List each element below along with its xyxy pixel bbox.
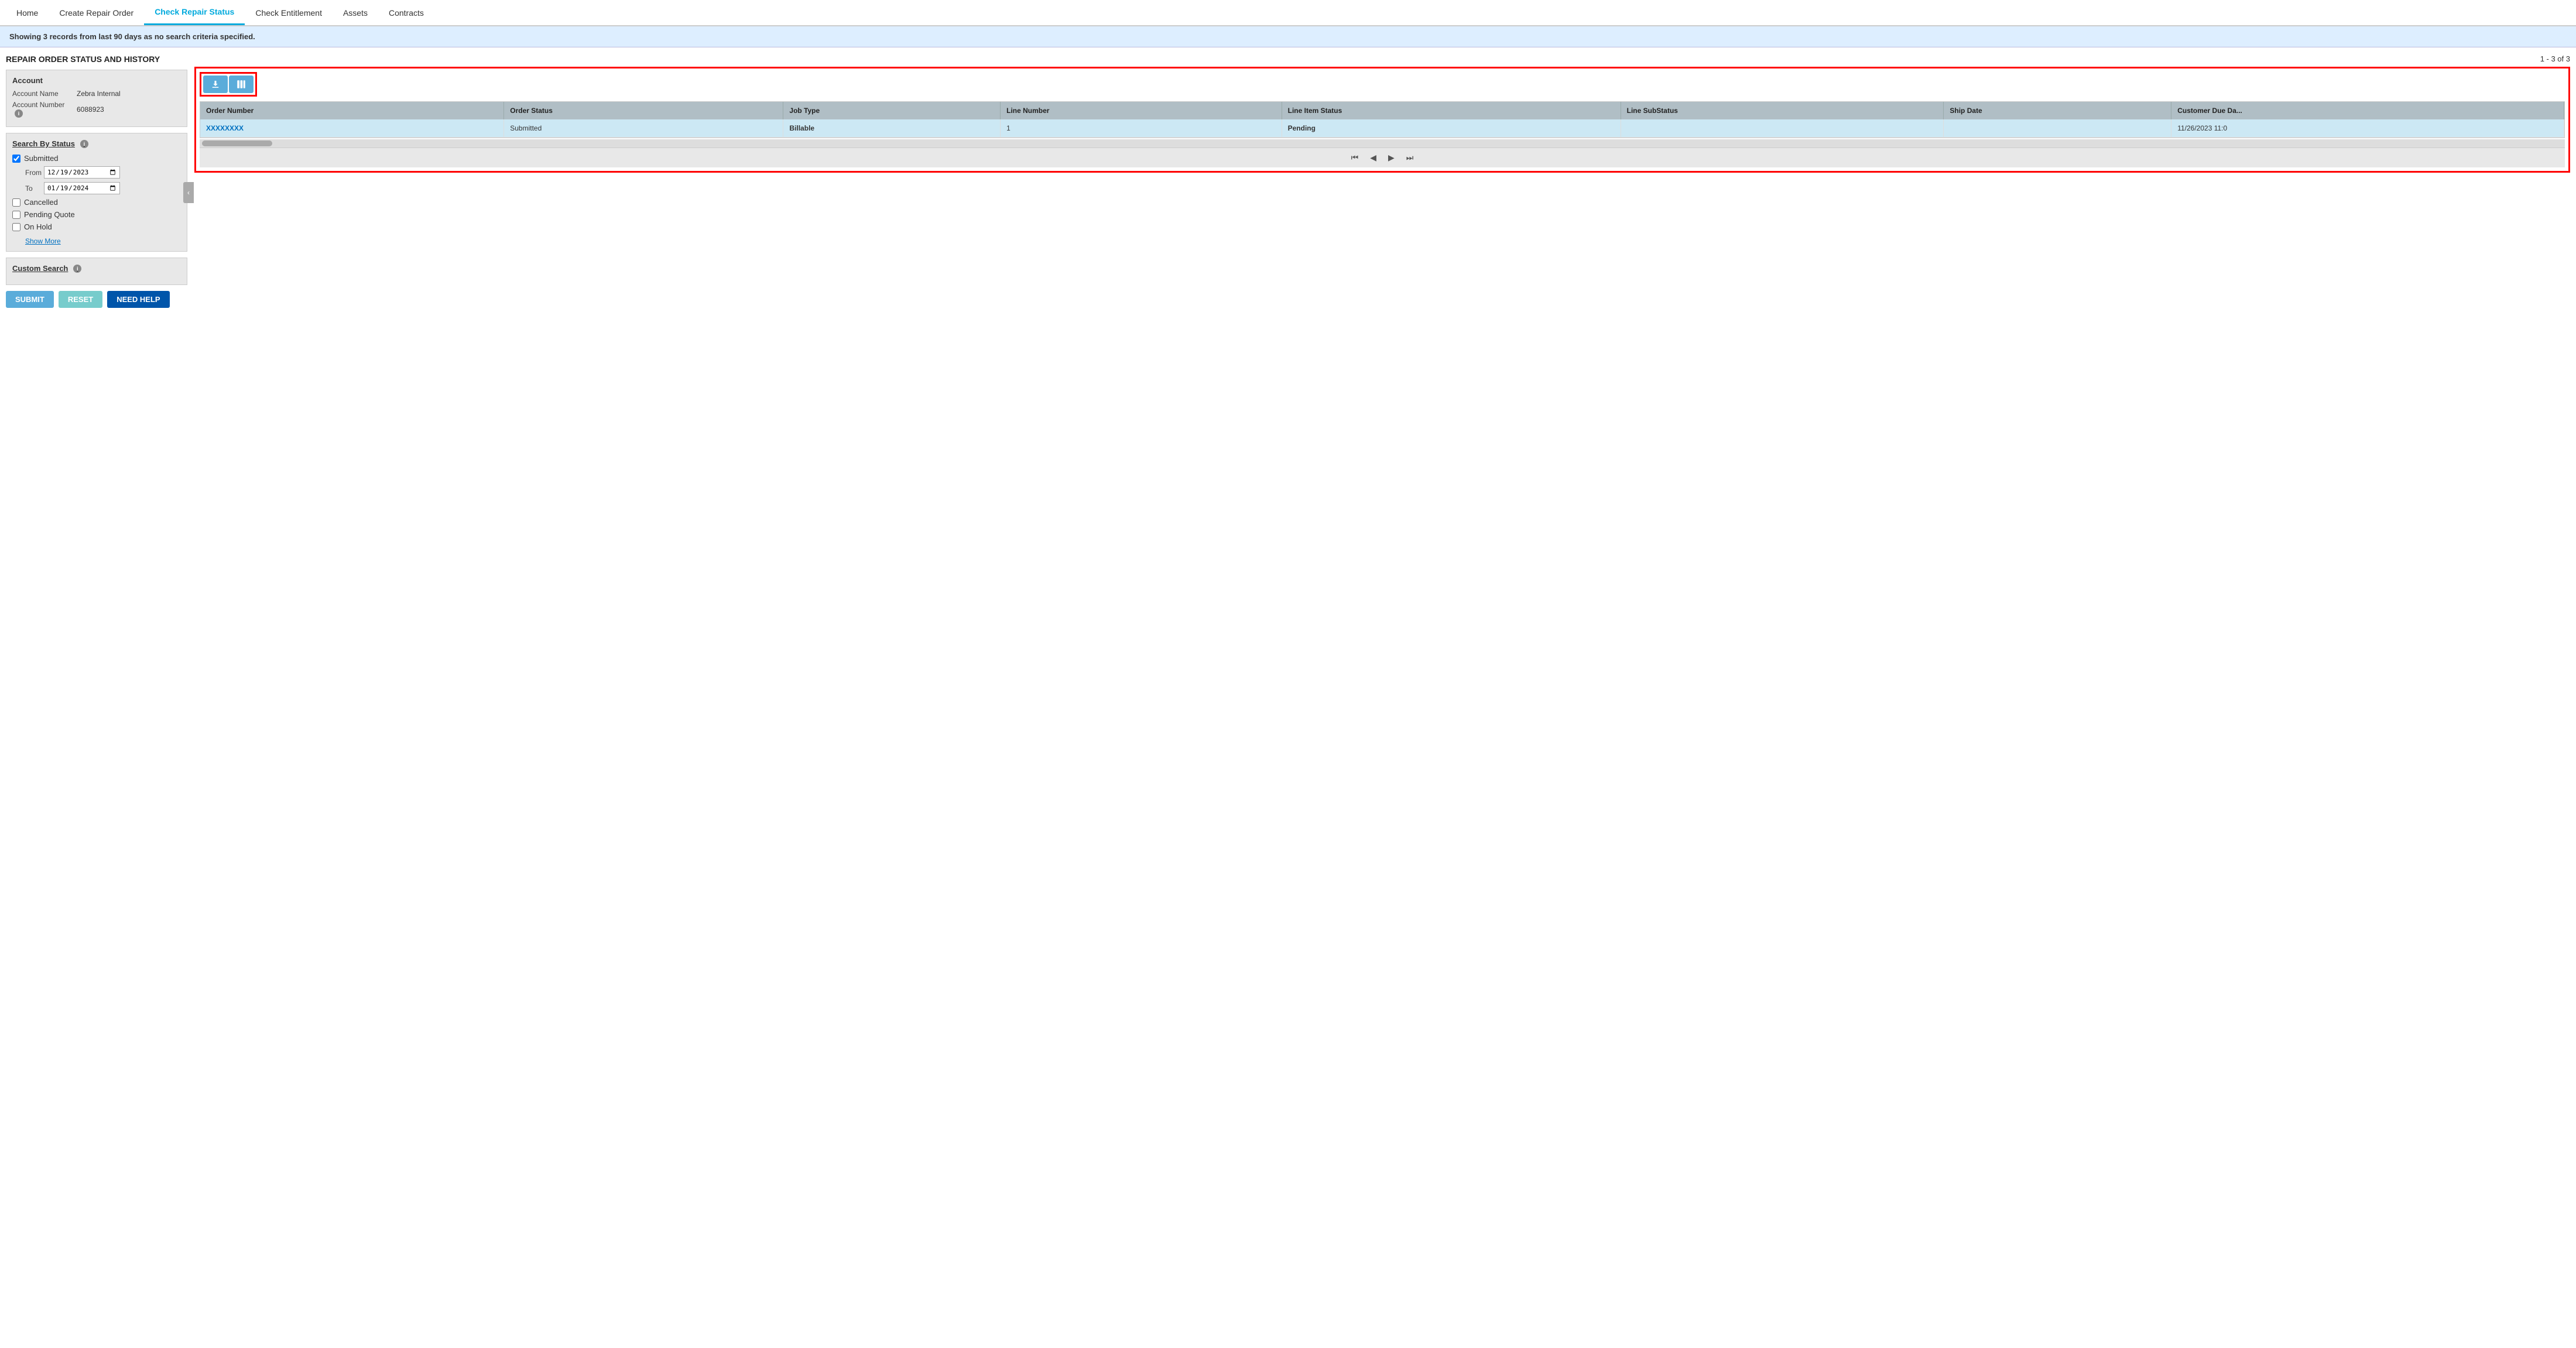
account-section: Account Account Name Zebra Internal Acco… [6,70,187,127]
to-label: To [25,184,44,193]
columns-button[interactable] [229,76,254,93]
panel-title: REPAIR ORDER STATUS AND HISTORY [6,54,187,64]
from-date-row: From [25,166,181,179]
col-order-number: Order Number [200,102,504,119]
table-row: XXXXXXXX SubmittedBillable1Pending 11/26/2… [200,119,2564,138]
cell-customer-due-date: 11/26/2023 11:0 [2171,119,2564,138]
table-outer-border: Order Number Order Status Job Type Line … [194,67,2570,173]
nav-item-check-entitlement[interactable]: Check Entitlement [245,1,333,25]
top-navigation: HomeCreate Repair OrderCheck Repair Stat… [0,0,2576,26]
checkbox-submitted-input[interactable] [12,155,20,163]
checkbox-on-hold: On Hold [12,222,181,231]
col-line-item-status: Line Item Status [1282,102,1621,119]
search-status-info-icon[interactable]: i [80,140,88,148]
checkbox-cancelled-label: Cancelled [24,198,58,207]
scrollbar-thumb[interactable] [202,140,272,146]
account-section-header: Account [12,76,181,85]
checkbox-on-hold-input[interactable] [12,223,20,231]
right-header: 1 - 3 of 3 [194,54,2570,63]
repair-orders-table: Order Number Order Status Job Type Line … [200,102,2564,138]
nav-item-create-repair-order[interactable]: Create Repair Order [49,1,144,25]
right-panel: 1 - 3 of 3 [194,54,2570,308]
table-wrapper: Order Number Order Status Job Type Line … [200,101,2565,138]
cell-line-item-status: Pending [1282,119,1621,138]
checkbox-submitted-label: Submitted [24,154,59,163]
download-icon [210,79,221,90]
custom-search-header[interactable]: Custom Search i [12,264,181,273]
show-more-link[interactable]: Show More [25,237,61,245]
cell-line-substatus [1621,119,1944,138]
left-panel: REPAIR ORDER STATUS AND HISTORY Account … [6,54,187,308]
cell-ship-date [1944,119,2171,138]
nav-item-home[interactable]: Home [6,1,49,25]
nav-item-check-repair-status[interactable]: Check Repair Status [144,0,245,25]
checkbox-cancelled: Cancelled [12,198,181,207]
cell-job-type: Billable [783,119,1001,138]
action-buttons: SUBMIT RESET NEED HELP [6,291,187,308]
account-name-value: Zebra Internal [77,90,121,98]
checkbox-pending-quote: Pending Quote [12,210,181,219]
last-page-button[interactable]: ⏭ [1403,152,1417,164]
need-help-button[interactable]: NEED HELP [107,291,169,308]
account-number-label: Account Number i [12,101,77,118]
nav-item-contracts[interactable]: Contracts [378,1,434,25]
from-label: From [25,169,44,177]
first-page-button[interactable]: ⏮ [1348,152,1362,164]
col-line-number: Line Number [1001,102,1282,119]
collapse-button[interactable]: ‹ [183,182,194,203]
cell-order-status: Submitted [504,119,783,138]
info-banner: Showing 3 records from last 90 days as n… [0,26,2576,47]
prev-page-button[interactable]: ◀ [1367,152,1379,164]
cell-order-number[interactable]: XXXXXXXX [200,119,504,138]
toolbar-row [200,72,2565,97]
account-name-label: Account Name [12,90,77,98]
checkbox-submitted: Submitted [12,154,181,163]
search-by-status-header[interactable]: Search By Status i [12,139,181,148]
order-number-link[interactable]: XXXXXXXX [206,124,244,132]
checkbox-pending-quote-label: Pending Quote [24,210,75,219]
table-body: XXXXXXXX SubmittedBillable1Pending 11/26/2… [200,119,2564,138]
columns-icon [236,79,246,90]
record-count: 1 - 3 of 3 [2540,54,2570,63]
col-ship-date: Ship Date [1944,102,2171,119]
account-number-row: Account Number i 6088923 [12,101,181,118]
banner-text: Showing 3 records from last 90 days as n… [9,32,255,41]
next-page-button[interactable]: ▶ [1385,152,1397,164]
reset-button[interactable]: RESET [59,291,102,308]
submit-button[interactable]: SUBMIT [6,291,54,308]
toolbar-button-group [200,72,257,97]
account-number-value: 6088923 [77,105,104,114]
account-number-info-icon[interactable]: i [15,109,23,118]
search-by-status-section: Search By Status i Submitted From To Can… [6,133,187,252]
custom-search-section: Custom Search i [6,258,187,285]
col-line-substatus: Line SubStatus [1621,102,1944,119]
main-layout: REPAIR ORDER STATUS AND HISTORY Account … [0,47,2576,315]
download-button[interactable] [203,76,228,93]
from-date-input[interactable] [44,166,120,179]
col-job-type: Job Type [783,102,1001,119]
checkbox-cancelled-input[interactable] [12,198,20,207]
horizontal-scrollbar[interactable] [200,139,2565,148]
custom-search-info-icon[interactable]: i [73,265,81,273]
col-customer-due-date: Customer Due Da... [2171,102,2564,119]
nav-item-assets[interactable]: Assets [333,1,378,25]
cell-line-number: 1 [1001,119,1282,138]
table-footer: ⏮ ◀ ▶ ⏭ [200,148,2565,167]
checkbox-on-hold-label: On Hold [24,222,52,231]
to-date-row: To [25,182,181,194]
checkbox-pending-quote-input[interactable] [12,211,20,219]
to-date-input[interactable] [44,182,120,194]
account-name-row: Account Name Zebra Internal [12,90,181,98]
col-order-status: Order Status [504,102,783,119]
table-header-row: Order Number Order Status Job Type Line … [200,102,2564,119]
